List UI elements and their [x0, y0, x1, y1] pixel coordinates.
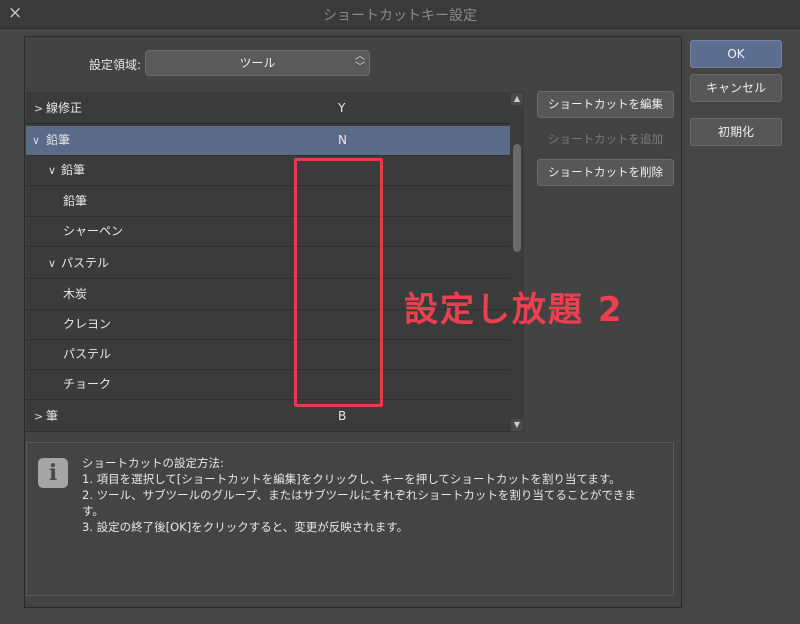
shortcut-tree[interactable]: > 線修正 Y ∨ 鉛筆 N ∨ 鉛筆 鉛筆 シャーペン ∨ パステル 木炭 クレヨン パステル チョーク > 筆…: [26, 92, 511, 432]
tree-row[interactable]: ∨ 鉛筆 N: [26, 126, 511, 156]
chevron-down-icon[interactable]: ∨: [32, 126, 40, 155]
tree-row-label: チョーク: [63, 377, 112, 391]
dialog-title: ショートカットキー設定: [323, 8, 477, 24]
reset-button[interactable]: 初期化: [690, 118, 782, 146]
tree-row[interactable]: シャーペン: [26, 217, 511, 247]
setting-area-value: ツール: [239, 56, 276, 70]
tree-row-label: パステル: [63, 347, 112, 361]
tree-row-label: 筆: [46, 409, 59, 423]
chevron-right-icon[interactable]: >: [34, 402, 43, 431]
tree-row-label: 鉛筆: [63, 194, 88, 208]
tree-row-shortcut: Y: [338, 101, 346, 115]
scroll-up-icon[interactable]: ▲: [511, 93, 523, 105]
scroll-thumb[interactable]: [513, 144, 521, 252]
title-bar: × ショートカットキー設定: [0, 0, 800, 29]
tree-row[interactable]: ∨ 鉛筆: [26, 156, 511, 186]
chevron-right-icon[interactable]: >: [34, 94, 43, 123]
updown-arrows-icon: ︿ ﹀: [355, 51, 365, 73]
setting-area-label: 設定領域:: [89, 58, 142, 72]
tree-row[interactable]: 鉛筆: [26, 187, 511, 217]
cancel-button[interactable]: キャンセル: [690, 74, 782, 102]
tree-row-label: クレヨン: [63, 317, 112, 331]
tree-row[interactable]: > 線修正 Y: [26, 94, 511, 124]
tree-row-label: 木炭: [63, 287, 88, 301]
tree-row[interactable]: チョーク: [26, 370, 511, 400]
add-shortcut-button: ショートカットを追加: [548, 132, 663, 146]
scroll-down-icon[interactable]: ▼: [511, 419, 523, 431]
info-line-2b: す。: [82, 504, 104, 518]
delete-shortcut-button[interactable]: ショートカットを削除: [537, 159, 674, 186]
info-icon: i: [38, 458, 68, 488]
tree-row[interactable]: ∨ パステル: [26, 249, 511, 279]
tree-row-label: シャーペン: [63, 224, 124, 238]
chevron-down-icon[interactable]: ∨: [48, 156, 56, 185]
info-heading: ショートカットの設定方法:: [82, 456, 224, 470]
tree-scrollbar[interactable]: ▲ ▼: [510, 92, 524, 432]
tree-row-shortcut: N: [338, 133, 347, 147]
annotation-text: 設定し放題 2: [404, 290, 624, 330]
tree-row[interactable]: > 筆 B: [26, 402, 511, 432]
chevron-down-icon[interactable]: ∨: [48, 249, 56, 278]
annotation-highlight-box: [294, 158, 383, 407]
info-text: ショートカットの設定方法: 1. 項目を選択して[ショートカットを編集]をクリッ…: [82, 455, 662, 535]
tree-row-label: 線修正: [46, 101, 83, 115]
tree-row[interactable]: パステル: [26, 340, 511, 370]
setting-area-select[interactable]: ツール ︿ ﹀: [145, 50, 370, 76]
edit-shortcut-button[interactable]: ショートカットを編集: [537, 91, 674, 118]
info-line-1: 1. 項目を選択して[ショートカットを編集]をクリックし、キーを押してショートカ…: [82, 472, 621, 486]
info-line-2: 2. ツール、サブツールのグループ、またはサブツールにそれぞれショートカットを割…: [82, 488, 636, 502]
ok-button[interactable]: OK: [690, 40, 782, 68]
tree-row-label: パステル: [61, 256, 110, 270]
info-line-3: 3. 設定の終了後[OK]をクリックすると、変更が反映されます。: [82, 520, 409, 534]
tree-row-label: 鉛筆: [61, 163, 86, 177]
tree-row-label: 鉛筆: [46, 133, 71, 147]
